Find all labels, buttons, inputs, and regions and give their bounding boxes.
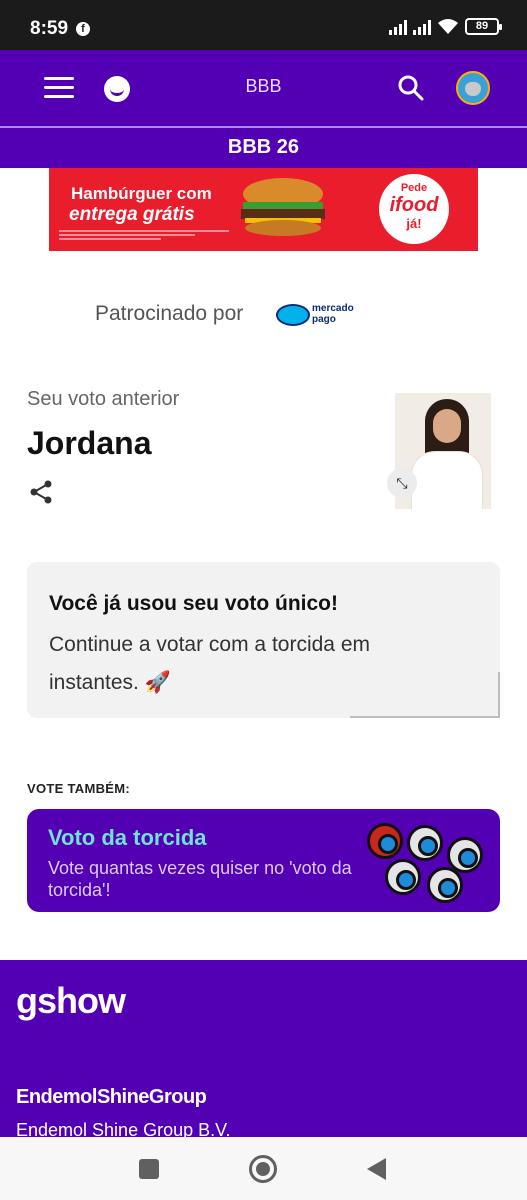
badge-bottom-text: já! <box>406 216 422 231</box>
recents-icon[interactable] <box>139 1159 159 1179</box>
ifood-badge: Pede ifood já! <box>379 174 449 244</box>
mercado-pago-text: mercado pago <box>312 303 354 325</box>
sponsor-label: Patrocinado por <box>95 302 244 325</box>
wifi-icon <box>438 19 458 34</box>
previous-vote-label: Seu voto anterior <box>27 388 180 410</box>
avatar[interactable] <box>456 71 490 105</box>
card-subtitle: Vote quantas vezes quiser no 'voto da to… <box>48 858 352 900</box>
back-icon[interactable] <box>367 1158 386 1180</box>
search-icon[interactable] <box>398 75 424 101</box>
voto-torcida-card[interactable]: Voto da torcida Vote quantas vezes quise… <box>27 809 500 912</box>
ad-banner[interactable]: Hambúrguer com entrega grátis Pede ifood… <box>49 168 478 251</box>
ad-fine-print <box>59 230 229 242</box>
eye-characters-illustration <box>357 819 497 912</box>
status-bar: 8:59 f 89 <box>0 0 527 50</box>
notice-title: Você já usou seu voto único! <box>49 592 338 615</box>
ad-headline-1: Hambúrguer com <box>71 184 212 203</box>
gshow-logo[interactable]: gshow <box>16 980 126 1022</box>
previous-vote-name: Jordana <box>27 425 152 461</box>
expand-icon[interactable]: ⤡ <box>387 468 417 498</box>
page-title: BBB <box>245 76 282 96</box>
share-icon[interactable] <box>29 479 53 505</box>
card-title: Voto da torcida <box>48 825 207 850</box>
vote-notice: Você já usou seu voto único! Continue a … <box>27 562 500 718</box>
handshake-icon <box>276 304 310 326</box>
badge-top-text: Pede <box>400 182 428 194</box>
signal-icon <box>389 19 407 35</box>
vote-also-label: VOTE TAMBÉM: <box>27 781 131 796</box>
section-title: BBB 26 <box>0 128 527 168</box>
signal-icon-2 <box>413 19 431 35</box>
badge-brand-text: ifood <box>389 194 439 216</box>
system-nav-bar <box>0 1137 527 1200</box>
mercado-pago-logo[interactable]: mercado pago <box>276 300 356 330</box>
endemol-logo: EndemolShineGroup <box>16 1086 207 1108</box>
status-icons: 89 <box>389 18 502 35</box>
burger-image <box>241 178 325 236</box>
home-icon[interactable] <box>249 1155 277 1183</box>
battery-indicator: 89 <box>465 18 502 35</box>
status-time: 8:59 <box>30 18 69 39</box>
app-header: BBB <box>0 50 527 126</box>
facebook-icon: f <box>76 22 90 36</box>
ad-headline-2: entrega grátis <box>69 204 195 225</box>
notice-body: Continue a votar com a torcida em instan… <box>49 633 370 694</box>
